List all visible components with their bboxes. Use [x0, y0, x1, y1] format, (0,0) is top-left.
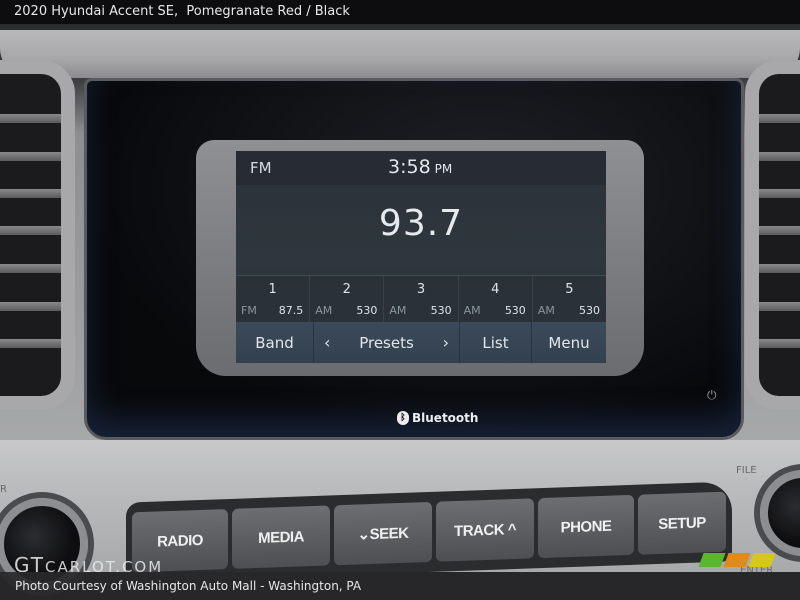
vent-slat [759, 302, 800, 311]
preset-5[interactable]: 5 AM 530 [533, 276, 606, 322]
gtcarlot-stripes-logo [698, 553, 776, 567]
preset-3[interactable]: 3 AM 530 [384, 276, 459, 322]
preset-number: 5 [565, 282, 574, 297]
bluetooth-icon: ᛒ [397, 411, 409, 425]
chevron-right-icon[interactable]: › [443, 333, 449, 352]
listing-title: 2020 Hyundai Accent SE, Pomegranate Red … [0, 0, 800, 24]
stripe-orange [723, 553, 751, 567]
setup-button[interactable]: SETUP [638, 491, 726, 555]
softkey-bar: Band ‹ Presets › List Menu [236, 322, 606, 363]
presets-softkey[interactable]: ‹ Presets › [314, 322, 460, 363]
seek-down-button[interactable]: ⌄SEEK [334, 501, 432, 566]
stripe-yellow [748, 553, 776, 567]
preset-band: AM [315, 304, 333, 317]
preset-band: FM [241, 304, 257, 317]
vent-slat [0, 114, 61, 123]
preset-2[interactable]: 2 AM 530 [310, 276, 385, 322]
stripe-green [698, 553, 726, 567]
vent-slat [759, 226, 800, 235]
preset-4[interactable]: 4 AM 530 [459, 276, 533, 322]
vent-slat [759, 189, 800, 198]
preset-number: 4 [491, 282, 500, 297]
preset-1[interactable]: 1 FM 87.5 [236, 276, 311, 322]
menu-softkey[interactable]: Menu [532, 322, 606, 363]
left-air-vent[interactable] [0, 60, 75, 410]
preset-frequency: 530 [579, 304, 601, 317]
bluetooth-logo: ᛒ Bluetooth [397, 411, 478, 425]
vent-slat [759, 264, 800, 273]
vent-slat [759, 114, 800, 123]
current-frequency: 93.7 [378, 203, 464, 244]
vent-slat [0, 189, 61, 198]
bluetooth-label: Bluetooth [412, 411, 479, 425]
preset-number: 2 [342, 282, 351, 297]
vent-slat [0, 152, 61, 161]
vent-slat [0, 226, 61, 235]
vent-slat [759, 339, 800, 348]
media-button[interactable]: MEDIA [232, 505, 330, 569]
preset-frequency: 87.5 [278, 304, 304, 317]
list-softkey[interactable]: List [460, 322, 532, 363]
preset-band: AM [537, 304, 555, 317]
preset-number: 3 [416, 282, 426, 297]
vent-slat [0, 264, 61, 273]
preset-number: 1 [268, 282, 277, 297]
phone-button[interactable]: PHONE [538, 494, 634, 559]
preset-frequency: 530 [504, 304, 526, 317]
presets-label: Presets [359, 333, 414, 352]
vent-slat [759, 152, 800, 161]
preset-band: AM [463, 304, 481, 317]
file-label: FILE [736, 465, 757, 476]
preset-band: AM [389, 304, 407, 317]
track-up-button[interactable]: TRACK ^ [436, 498, 534, 562]
radio-screen[interactable]: FM 3:58 PM 93.7 1 FM 87.5 2 AM 530 3 AM 5… [236, 151, 606, 363]
clock-ampm: PM [434, 162, 453, 176]
power-icon[interactable]: ⏻ [707, 388, 717, 403]
dashboard-top-trim [0, 30, 800, 78]
band-softkey[interactable]: Band [236, 322, 314, 363]
vent-slat [0, 302, 61, 311]
preset-bar: 1 FM 87.5 2 AM 530 3 AM 530 4 AM 530 5 A… [236, 275, 606, 322]
band-indicator: FM [250, 159, 272, 177]
clock: 3:58 PM [388, 156, 452, 178]
left-knob-label: R [0, 484, 7, 495]
clock-time: 3:58 [388, 156, 431, 178]
vent-slat [0, 339, 61, 348]
preset-frequency: 530 [356, 304, 378, 317]
preset-frequency: 530 [430, 304, 452, 317]
photo-credit: Photo Courtesy of Washington Auto Mall -… [0, 572, 800, 600]
status-bar: FM 3:58 PM [236, 151, 606, 185]
right-air-vent[interactable] [745, 60, 800, 410]
chevron-left-icon[interactable]: ‹ [324, 333, 330, 352]
